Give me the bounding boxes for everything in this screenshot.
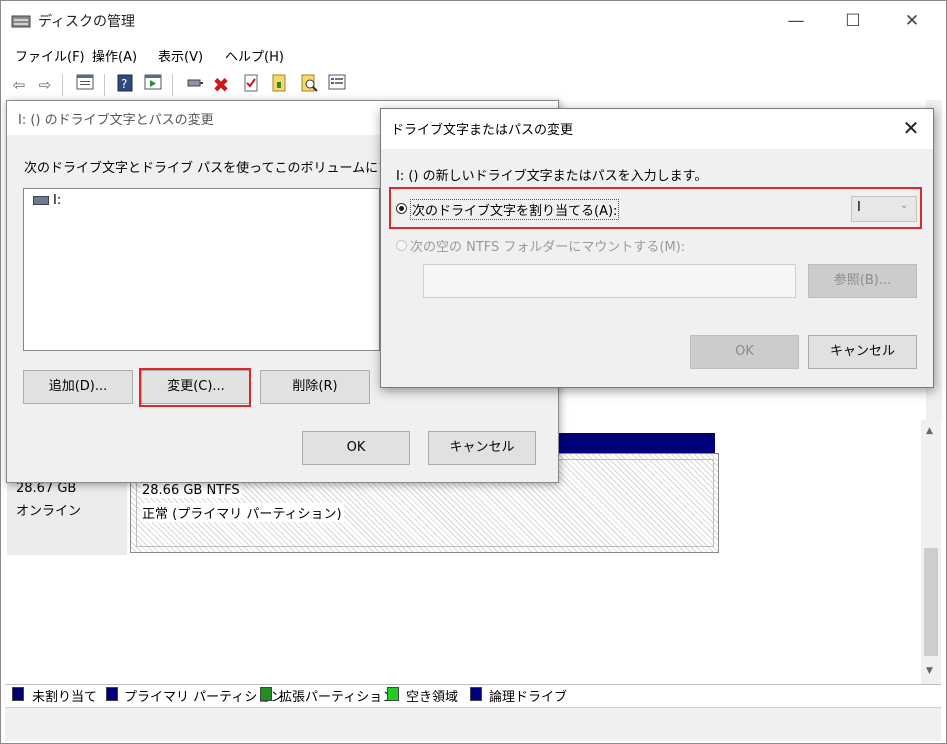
legend-swatch-unallocated bbox=[12, 687, 24, 701]
dialog2-instruction: I: () の新しいドライブ文字またはパスを入力します。 bbox=[396, 169, 708, 184]
dialog2-close-button[interactable]: ✕ bbox=[898, 116, 924, 140]
toolbar-separator bbox=[104, 74, 105, 96]
legend-label-free: 空き領域 bbox=[406, 690, 459, 705]
legend-label-logical: 論理ドライブ bbox=[489, 690, 568, 705]
svg-text:?: ? bbox=[121, 77, 127, 91]
maximize-button[interactable]: ☐ bbox=[838, 8, 868, 34]
folder-path-field[interactable] bbox=[423, 264, 796, 298]
status-bar bbox=[5, 707, 941, 741]
chevron-down-icon: ⌄ bbox=[900, 200, 909, 211]
disk-size: 28.67 GB bbox=[16, 481, 77, 496]
close-button[interactable]: ✕ bbox=[897, 8, 927, 34]
legend-swatch-extended bbox=[260, 687, 272, 701]
partition-status: 正常 (プライマリ パーティション) bbox=[140, 503, 344, 522]
menu-action[interactable]: 操作(A) bbox=[92, 46, 137, 65]
browse-button[interactable]: 参照(B)... bbox=[808, 264, 917, 298]
legend-label-unallocated: 未割り当て bbox=[32, 690, 98, 705]
back-icon[interactable]: ⇦ bbox=[8, 74, 30, 96]
new-volume-icon[interactable] bbox=[268, 74, 290, 96]
drive-letter-value: I bbox=[857, 200, 861, 215]
check-icon[interactable] bbox=[240, 74, 262, 96]
change-button-highlight bbox=[139, 368, 251, 407]
assign-letter-label[interactable]: 次のドライブ文字を割り当てる(A): bbox=[410, 199, 620, 220]
scroll-up-icon[interactable]: ▲ bbox=[926, 426, 933, 436]
properties-icon[interactable] bbox=[74, 74, 96, 96]
dialog1-instruction: 次のドライブ文字とドライブ パスを使ってこのボリュームにアクセスできます: bbox=[24, 161, 380, 176]
window-title: ディスクの管理 bbox=[38, 14, 136, 30]
view-icon[interactable] bbox=[142, 74, 164, 96]
menu-file[interactable]: ファイル(F) bbox=[15, 46, 85, 65]
minimize-button[interactable]: — bbox=[781, 8, 811, 34]
mount-folder-label[interactable]: 次の空の NTFS フォルダーにマウントする(M): bbox=[410, 236, 685, 255]
list-icon[interactable] bbox=[326, 74, 348, 96]
dialog1-title: I: () のドライブ文字とパスの変更 bbox=[18, 113, 214, 128]
drive-path-list[interactable] bbox=[23, 188, 380, 351]
ok-button[interactable]: OK bbox=[690, 335, 799, 369]
toolbar-separator bbox=[62, 74, 63, 96]
partition-size: 28.66 GB NTFS bbox=[140, 483, 242, 498]
disk-management-icon bbox=[11, 13, 31, 29]
add-button[interactable]: 追加(D)... bbox=[23, 370, 133, 404]
legend-swatch-logical bbox=[470, 687, 482, 701]
scrollbar-thumb[interactable] bbox=[924, 548, 938, 656]
disk-status: オンライン bbox=[16, 504, 82, 519]
mount-folder-radio[interactable] bbox=[396, 240, 407, 251]
cancel-button[interactable]: キャンセル bbox=[808, 335, 917, 369]
delete-button[interactable]: 削除(R) bbox=[260, 370, 370, 404]
menu-bar bbox=[0, 42, 945, 68]
drive-path-item[interactable]: I: bbox=[53, 193, 61, 208]
legend-label-extended: 拡張パーティション bbox=[279, 690, 396, 705]
menu-help[interactable]: ヘルプ(H) bbox=[225, 46, 284, 65]
connect-icon[interactable] bbox=[184, 74, 206, 96]
forward-icon[interactable]: ⇨ bbox=[34, 74, 56, 96]
delete-icon[interactable]: ✖ bbox=[210, 74, 232, 96]
search-icon[interactable] bbox=[298, 74, 320, 96]
dialog2-title: ドライブ文字またはパスの変更 bbox=[391, 123, 574, 138]
scroll-down-icon[interactable]: ▼ bbox=[926, 666, 933, 676]
radio-selected-dot bbox=[399, 206, 404, 211]
help-icon[interactable]: ? bbox=[114, 74, 136, 96]
menu-view[interactable]: 表示(V) bbox=[158, 46, 203, 65]
legend-swatch-free bbox=[387, 687, 399, 701]
toolbar-separator bbox=[172, 74, 173, 96]
legend-swatch-primary bbox=[106, 687, 118, 701]
ok-button[interactable]: OK bbox=[302, 431, 410, 465]
cancel-button[interactable]: キャンセル bbox=[428, 431, 536, 465]
drive-icon bbox=[33, 196, 49, 205]
